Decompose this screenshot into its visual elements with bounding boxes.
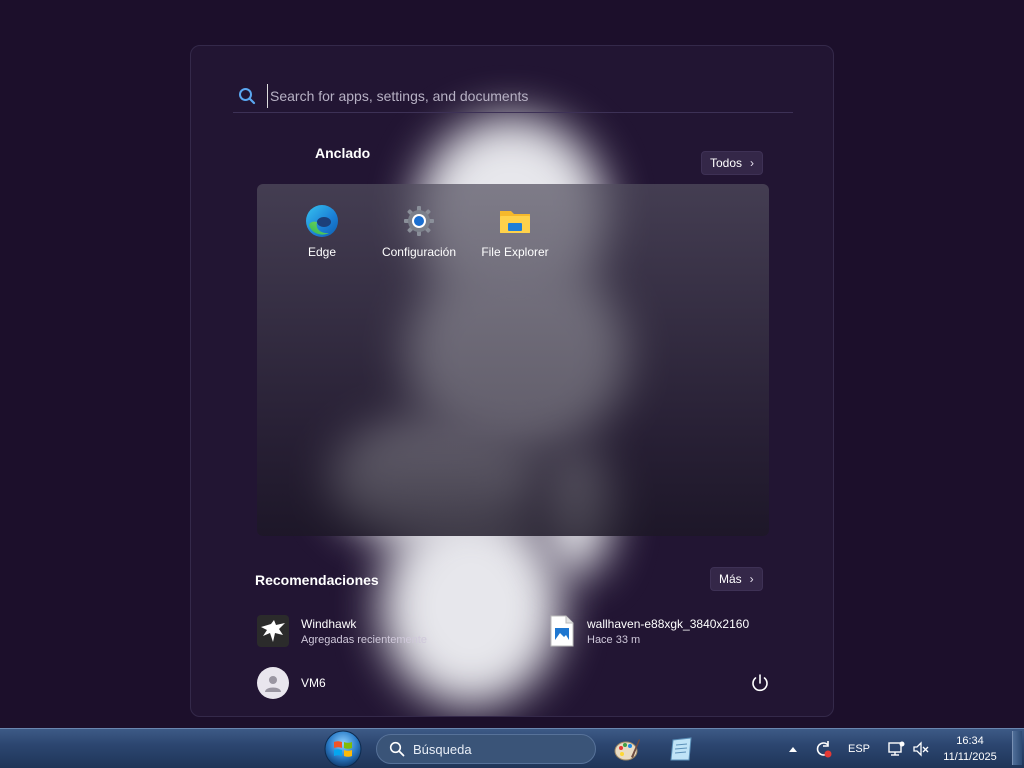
taskbar-search-label: Búsqueda [413, 741, 472, 757]
more-button[interactable]: Más › [710, 567, 763, 591]
pinned-app-edge[interactable]: Edge [274, 204, 370, 274]
app-label: Edge [307, 245, 337, 259]
windhawk-icon [257, 615, 289, 647]
sync-tray-button[interactable] [810, 729, 836, 768]
recommended-title-text: wallhaven-e88xgk_3840x2160 [587, 616, 750, 631]
clock-time: 16:34 [956, 735, 984, 747]
all-apps-label: Todos [710, 156, 743, 170]
search-bar[interactable] [233, 79, 793, 113]
notepad-icon[interactable] [667, 735, 695, 763]
network-tray-button[interactable] [884, 729, 908, 768]
search-icon [389, 741, 405, 757]
power-icon[interactable] [749, 672, 771, 694]
network-icon [888, 741, 905, 756]
volume-muted-icon [913, 741, 929, 757]
taskbar-search[interactable]: Búsqueda [376, 734, 596, 764]
show-hidden-icons-button[interactable] [784, 729, 802, 768]
chevron-up-icon [789, 747, 797, 752]
edge-icon [306, 205, 338, 237]
recommended-title-text: Windhawk [301, 616, 357, 631]
language-indicator[interactable]: ESP [842, 729, 876, 768]
app-label: Configuración [381, 245, 457, 259]
avatar [257, 667, 289, 699]
clock[interactable]: 16:34 11/11/2025 [934, 733, 1006, 765]
recommended-subtitle-text: Agregadas recientemente [301, 633, 427, 646]
recommended-subtitle-text: Hace 33 m [587, 633, 641, 646]
search-icon [239, 87, 256, 104]
language-label: ESP [847, 743, 870, 755]
clock-date: 11/11/2025 [943, 751, 997, 763]
start-menu: Anclado Todos › [190, 45, 834, 717]
taskbar: Búsqueda ESP 16:34 11/11/2025 [0, 728, 1024, 768]
gear-icon [404, 206, 434, 236]
pinned-app-file-explorer[interactable]: File Explorer [467, 204, 563, 274]
chevron-right-icon: › [749, 572, 754, 586]
recommended-item-windhawk[interactable]: Windhawk Agregadas recientemente [257, 615, 427, 647]
recommended-item-wallpaper[interactable]: wallhaven-e88xgk_3840x2160 Hace 33 m [549, 615, 749, 647]
search-input[interactable] [267, 84, 767, 108]
start-button[interactable] [323, 730, 363, 768]
all-apps-button[interactable]: Todos › [701, 151, 764, 175]
pinned-app-settings[interactable]: Configuración [371, 204, 467, 274]
user-icon [265, 676, 281, 692]
image-file-icon [550, 615, 574, 647]
user-name: VM6 [301, 676, 326, 690]
pinned-title: Anclado [315, 145, 371, 161]
chevron-right-icon: › [750, 156, 755, 170]
more-label: Más [719, 572, 742, 586]
app-label: File Explorer [481, 245, 549, 259]
volume-tray-button[interactable] [910, 729, 932, 768]
paint-icon[interactable] [613, 735, 641, 763]
show-desktop-button[interactable] [1012, 731, 1022, 765]
recommended-title: Recomendaciones [255, 572, 379, 588]
sync-icon [816, 741, 832, 758]
user-account-button[interactable]: VM6 [257, 667, 326, 699]
folder-icon [500, 211, 530, 233]
pinned-apps-panel: Edge Configuración File Explorer [257, 184, 769, 536]
